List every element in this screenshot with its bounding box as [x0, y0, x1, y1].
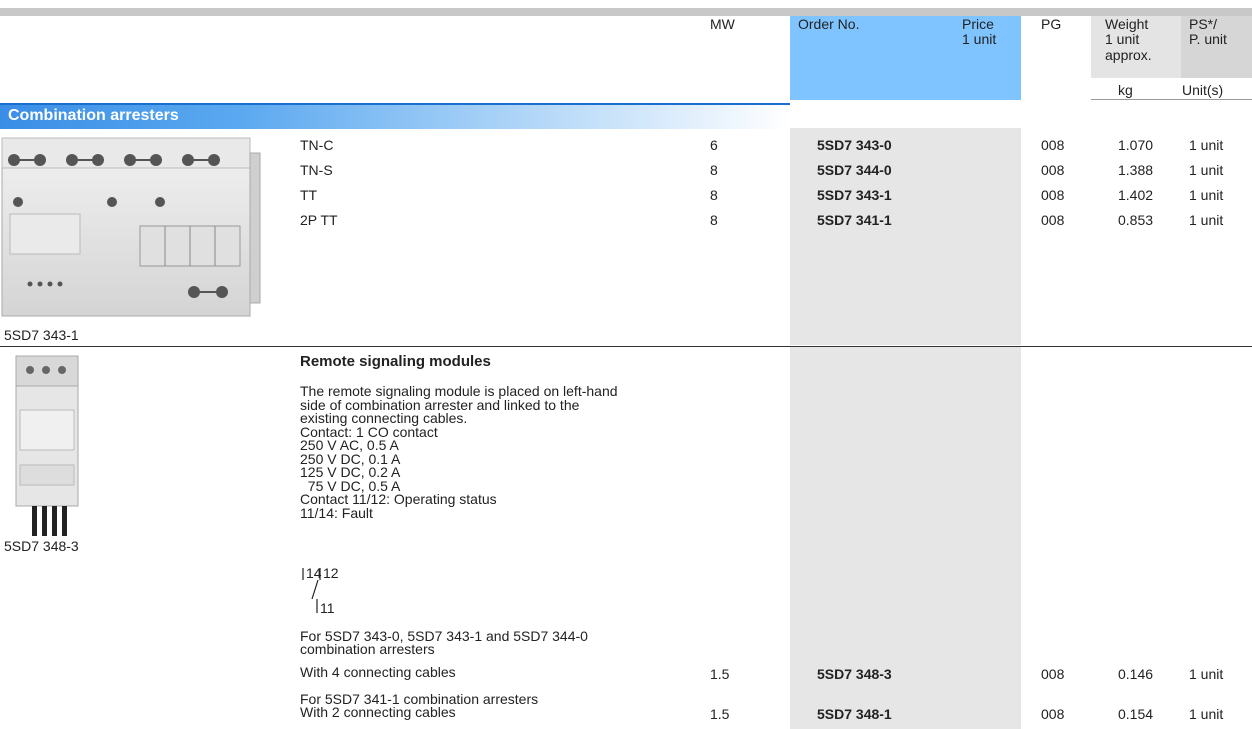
pg-cell: 008	[1041, 212, 1065, 228]
contact-label-14: 14	[306, 565, 322, 581]
mw-cell: 8	[710, 212, 718, 228]
order-cell: 5SD7 344-0	[817, 162, 892, 178]
pg-cell: 008	[1041, 162, 1065, 178]
order-column-bg-section1	[790, 128, 1021, 345]
mw-cell: 8	[710, 187, 718, 203]
header-weight-line1: Weight	[1105, 16, 1149, 32]
contact-label-11: 11	[320, 600, 335, 616]
top-rule	[0, 8, 1252, 16]
pg-cell: 008	[1041, 666, 1065, 682]
section-divider	[0, 346, 1252, 347]
item-line3: With 4 connecting cables	[300, 664, 456, 680]
remote-signaling-module-image	[15, 355, 79, 536]
ps-cell: 1 unit	[1189, 212, 1224, 228]
header-price-line1: Price	[962, 16, 994, 32]
type-cell: 2P TT	[300, 212, 338, 228]
header-order-no: Order No.	[798, 16, 860, 32]
mw-cell: 1.5	[710, 666, 730, 682]
image-caption-1: 5SD7 343-1	[4, 327, 79, 343]
section2-title: Remote signaling modules	[300, 353, 491, 370]
weight-cell: 0.146	[1118, 666, 1154, 682]
weight-cell: 1.070	[1118, 137, 1154, 153]
order-cell: 5SD7 343-0	[817, 137, 892, 153]
weight-cell: 0.154	[1118, 706, 1154, 722]
item-line2: combination arresters	[300, 641, 435, 657]
item-line2: With 2 connecting cables	[300, 704, 456, 720]
mw-cell: 1.5	[710, 706, 730, 722]
order-cell: 5SD7 343-1	[817, 187, 892, 203]
ps-cell: 1 unit	[1189, 137, 1224, 153]
type-cell: TT	[300, 187, 318, 203]
type-cell: TN-S	[300, 162, 333, 178]
weight-cell: 0.853	[1118, 212, 1154, 228]
header-ps-line1: PS*/	[1189, 16, 1218, 32]
ps-cell: 1 unit	[1189, 706, 1224, 722]
module-description: The remote signaling module is placed on…	[300, 383, 618, 521]
image-caption-2: 5SD7 348-3	[4, 538, 79, 554]
mw-cell: 8	[710, 162, 718, 178]
unit-underline	[1091, 99, 1252, 100]
header-weight-line2: 1 unit	[1105, 31, 1140, 47]
mw-cell: 6	[710, 137, 718, 153]
order-cell: 5SD7 341-1	[817, 212, 892, 228]
header-ps-unit: Unit(s)	[1182, 82, 1224, 98]
pg-cell: 008	[1041, 187, 1065, 203]
header-pg: PG	[1041, 16, 1062, 32]
header-weight-unit: kg	[1118, 82, 1133, 98]
ps-cell: 1 unit	[1189, 187, 1224, 203]
ps-cell: 1 unit	[1189, 666, 1224, 682]
pg-cell: 008	[1041, 706, 1065, 722]
section-title: Combination arresters	[8, 107, 179, 124]
header-ps-line2: P. unit	[1189, 31, 1227, 47]
header-weight-line3: approx.	[1105, 47, 1152, 63]
header-mw: MW	[710, 16, 735, 32]
weight-cell: 1.402	[1118, 187, 1154, 203]
contact-label-12: 12	[323, 565, 339, 581]
ps-cell: 1 unit	[1189, 162, 1224, 178]
pg-cell: 008	[1041, 137, 1065, 153]
combination-arrester-image	[1, 137, 261, 317]
weight-cell: 1.388	[1118, 162, 1154, 178]
header-price-line2: 1 unit	[962, 31, 997, 47]
type-cell: TN-C	[300, 137, 334, 153]
order-cell: 5SD7 348-3	[817, 666, 892, 682]
order-cell: 5SD7 348-1	[817, 706, 892, 722]
